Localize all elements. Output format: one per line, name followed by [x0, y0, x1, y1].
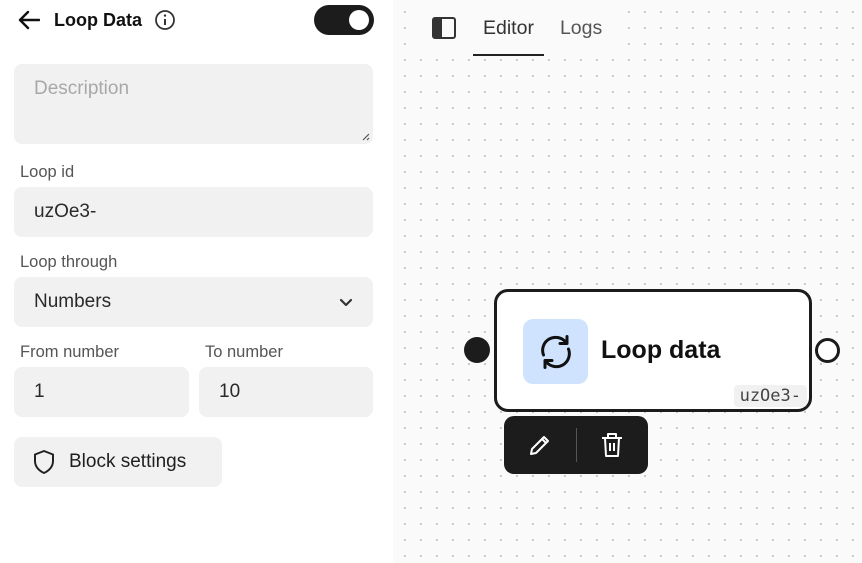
editor-canvas[interactable]: Editor Logs Loop data uzOe3-: [393, 0, 862, 563]
node-input-handle[interactable]: [464, 337, 490, 363]
loop-id-input[interactable]: uzOe3-: [14, 187, 373, 237]
description-textarea[interactable]: Description: [14, 64, 373, 144]
sidebar-toggle-icon[interactable]: [429, 13, 459, 43]
from-number-label: From number: [20, 343, 120, 361]
from-number-value: 1: [34, 381, 45, 402]
panel-title: Loop Data: [54, 9, 142, 30]
tab-editor[interactable]: Editor: [473, 0, 544, 56]
node-output-handle[interactable]: [815, 338, 840, 363]
tab-logs-label: Logs: [559, 16, 603, 39]
to-number-input[interactable]: 10: [199, 367, 373, 417]
refresh-icon: [523, 319, 588, 384]
from-number-input[interactable]: 1: [14, 367, 189, 417]
loop-id-label: Loop id: [20, 163, 75, 181]
info-icon[interactable]: [154, 9, 176, 31]
tab-logs[interactable]: Logs: [550, 0, 612, 56]
loop-id-value: uzOe3-: [34, 201, 97, 222]
node-toolbar: [504, 416, 648, 474]
enable-toggle[interactable]: [314, 5, 374, 35]
to-number-value: 10: [219, 381, 241, 402]
canvas-tabs: Editor Logs: [413, 0, 627, 56]
toggle-knob: [349, 10, 369, 30]
loop-through-select[interactable]: Numbers: [14, 277, 373, 327]
block-settings-panel: Loop Data Description Loop id uzOe3- Loo…: [0, 0, 393, 563]
loop-data-node[interactable]: Loop data uzOe3-: [494, 289, 812, 412]
to-number-label: To number: [205, 343, 283, 361]
panel-header: Loop Data: [14, 4, 374, 36]
block-settings-label: Block settings: [69, 451, 187, 472]
loop-through-label: Loop through: [20, 253, 118, 271]
node-title: Loop data: [601, 336, 721, 364]
delete-node-button[interactable]: [577, 416, 649, 474]
block-settings-button[interactable]: Block settings: [14, 437, 222, 487]
edit-node-button[interactable]: [504, 416, 576, 474]
resize-handle-icon[interactable]: [360, 131, 370, 141]
chevron-down-icon: [339, 298, 353, 307]
shield-icon: [32, 449, 56, 475]
pencil-icon: [529, 436, 549, 455]
node-id-badge: uzOe3-: [733, 385, 807, 407]
loop-through-value: Numbers: [34, 291, 112, 312]
trash-icon: [602, 433, 623, 457]
description-placeholder: Description: [34, 78, 130, 99]
arrow-left-icon[interactable]: [16, 7, 42, 33]
tab-editor-label: Editor: [483, 16, 534, 39]
